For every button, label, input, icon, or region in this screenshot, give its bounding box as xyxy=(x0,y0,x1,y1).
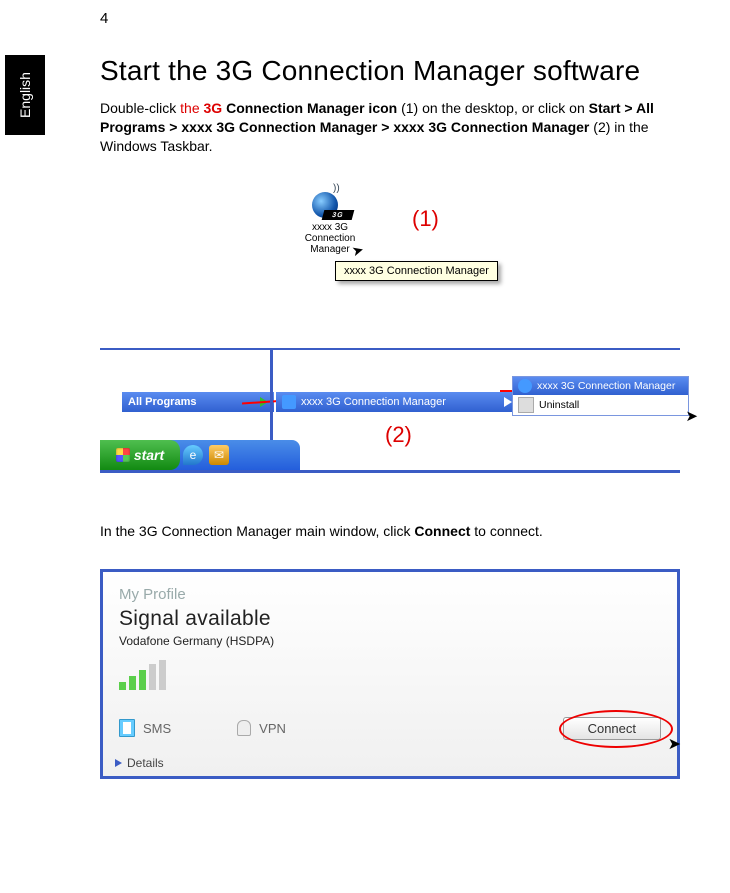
intro-paragraph: Double-click the 3G Connection Manager i… xyxy=(100,99,680,156)
intro-link: the xyxy=(180,100,203,116)
shortcut-label-line3: Manager xyxy=(310,244,349,255)
chevron-right-icon xyxy=(115,759,122,767)
chevron-right-icon xyxy=(504,397,512,407)
shortcut-label-line1: xxxx 3G xyxy=(312,222,348,233)
app-icon: )) 3G xyxy=(309,186,351,220)
language-label: English xyxy=(17,72,33,118)
submenu: xxxx 3G Connection Manager Uninstall ➤ xyxy=(512,376,689,416)
para2-connect: Connect xyxy=(414,523,470,539)
sms-icon xyxy=(119,719,135,737)
figure-main-window: My Profile Signal available Vodafone Ger… xyxy=(100,569,680,779)
submenu-launch-label: xxxx 3G Connection Manager xyxy=(537,380,675,392)
app-icon xyxy=(518,379,532,393)
intro-icon-name: Connection Manager icon xyxy=(226,100,397,116)
para2-text2: to connect. xyxy=(470,523,542,539)
signal-bars xyxy=(119,660,661,690)
intro-text: Double-click xyxy=(100,100,180,116)
windows-logo-icon xyxy=(116,448,130,462)
program-folder-label: xxxx 3G Connection Manager xyxy=(301,396,446,408)
callout-2: (2) xyxy=(385,422,412,448)
sms-link[interactable]: SMS xyxy=(143,721,171,736)
signal-status: Signal available xyxy=(119,607,661,631)
vpn-link[interactable]: VPN xyxy=(259,721,286,736)
highlight-ellipse xyxy=(559,710,673,748)
paragraph-connect: In the 3G Connection Manager main window… xyxy=(100,523,680,539)
signal-icon: )) xyxy=(333,186,340,192)
tooltip: xxxx 3G Connection Manager xyxy=(335,261,498,281)
para2-text1: In the 3G Connection Manager main window… xyxy=(100,523,414,539)
details-toggle[interactable]: Details xyxy=(115,756,164,770)
figure-desktop-icon: )) 3G xxxx 3G Connection Manager ➤ xxxx … xyxy=(100,186,680,336)
my-profile-tab[interactable]: My Profile xyxy=(119,586,661,603)
submenu-uninstall-label: Uninstall xyxy=(539,399,579,411)
details-label: Details xyxy=(127,756,164,770)
3g-badge: 3G xyxy=(322,210,355,220)
page-title: Start the 3G Connection Manager software xyxy=(100,55,680,87)
program-folder-item[interactable]: xxxx 3G Connection Manager xyxy=(276,392,518,412)
shortcut-label-line2: Connection xyxy=(305,233,356,244)
taskbar: start e ✉ xyxy=(100,440,300,470)
folder-icon xyxy=(282,395,296,409)
page-number: 4 xyxy=(100,10,108,27)
intro-text2: (1) on the desktop, or click on xyxy=(397,100,588,116)
start-button-label: start xyxy=(134,447,164,463)
submenu-item-launch[interactable]: xxxx 3G Connection Manager xyxy=(513,377,688,395)
figure-start-menu: All Programs xxxx 3G Connection Manager … xyxy=(100,348,680,473)
ie-icon[interactable]: e xyxy=(183,445,203,465)
carrier-name: Vodafone Germany (HSDPA) xyxy=(119,634,661,648)
page-content: Start the 3G Connection Manager software… xyxy=(100,55,680,779)
start-button[interactable]: start xyxy=(100,440,180,470)
submenu-item-uninstall[interactable]: Uninstall xyxy=(513,395,688,415)
callout-1: (1) xyxy=(412,206,439,232)
language-tab: English xyxy=(5,55,45,135)
desktop-shortcut[interactable]: )) 3G xxxx 3G Connection Manager ➤ xyxy=(290,186,370,255)
intro-link-bold: 3G xyxy=(204,100,227,116)
email-icon[interactable]: ✉ xyxy=(209,445,229,465)
cursor-icon: ➤ xyxy=(668,734,681,754)
uninstall-icon xyxy=(518,397,534,413)
lock-icon xyxy=(237,720,251,736)
all-programs-label: All Programs xyxy=(128,396,196,408)
cursor-icon: ➤ xyxy=(685,407,698,425)
